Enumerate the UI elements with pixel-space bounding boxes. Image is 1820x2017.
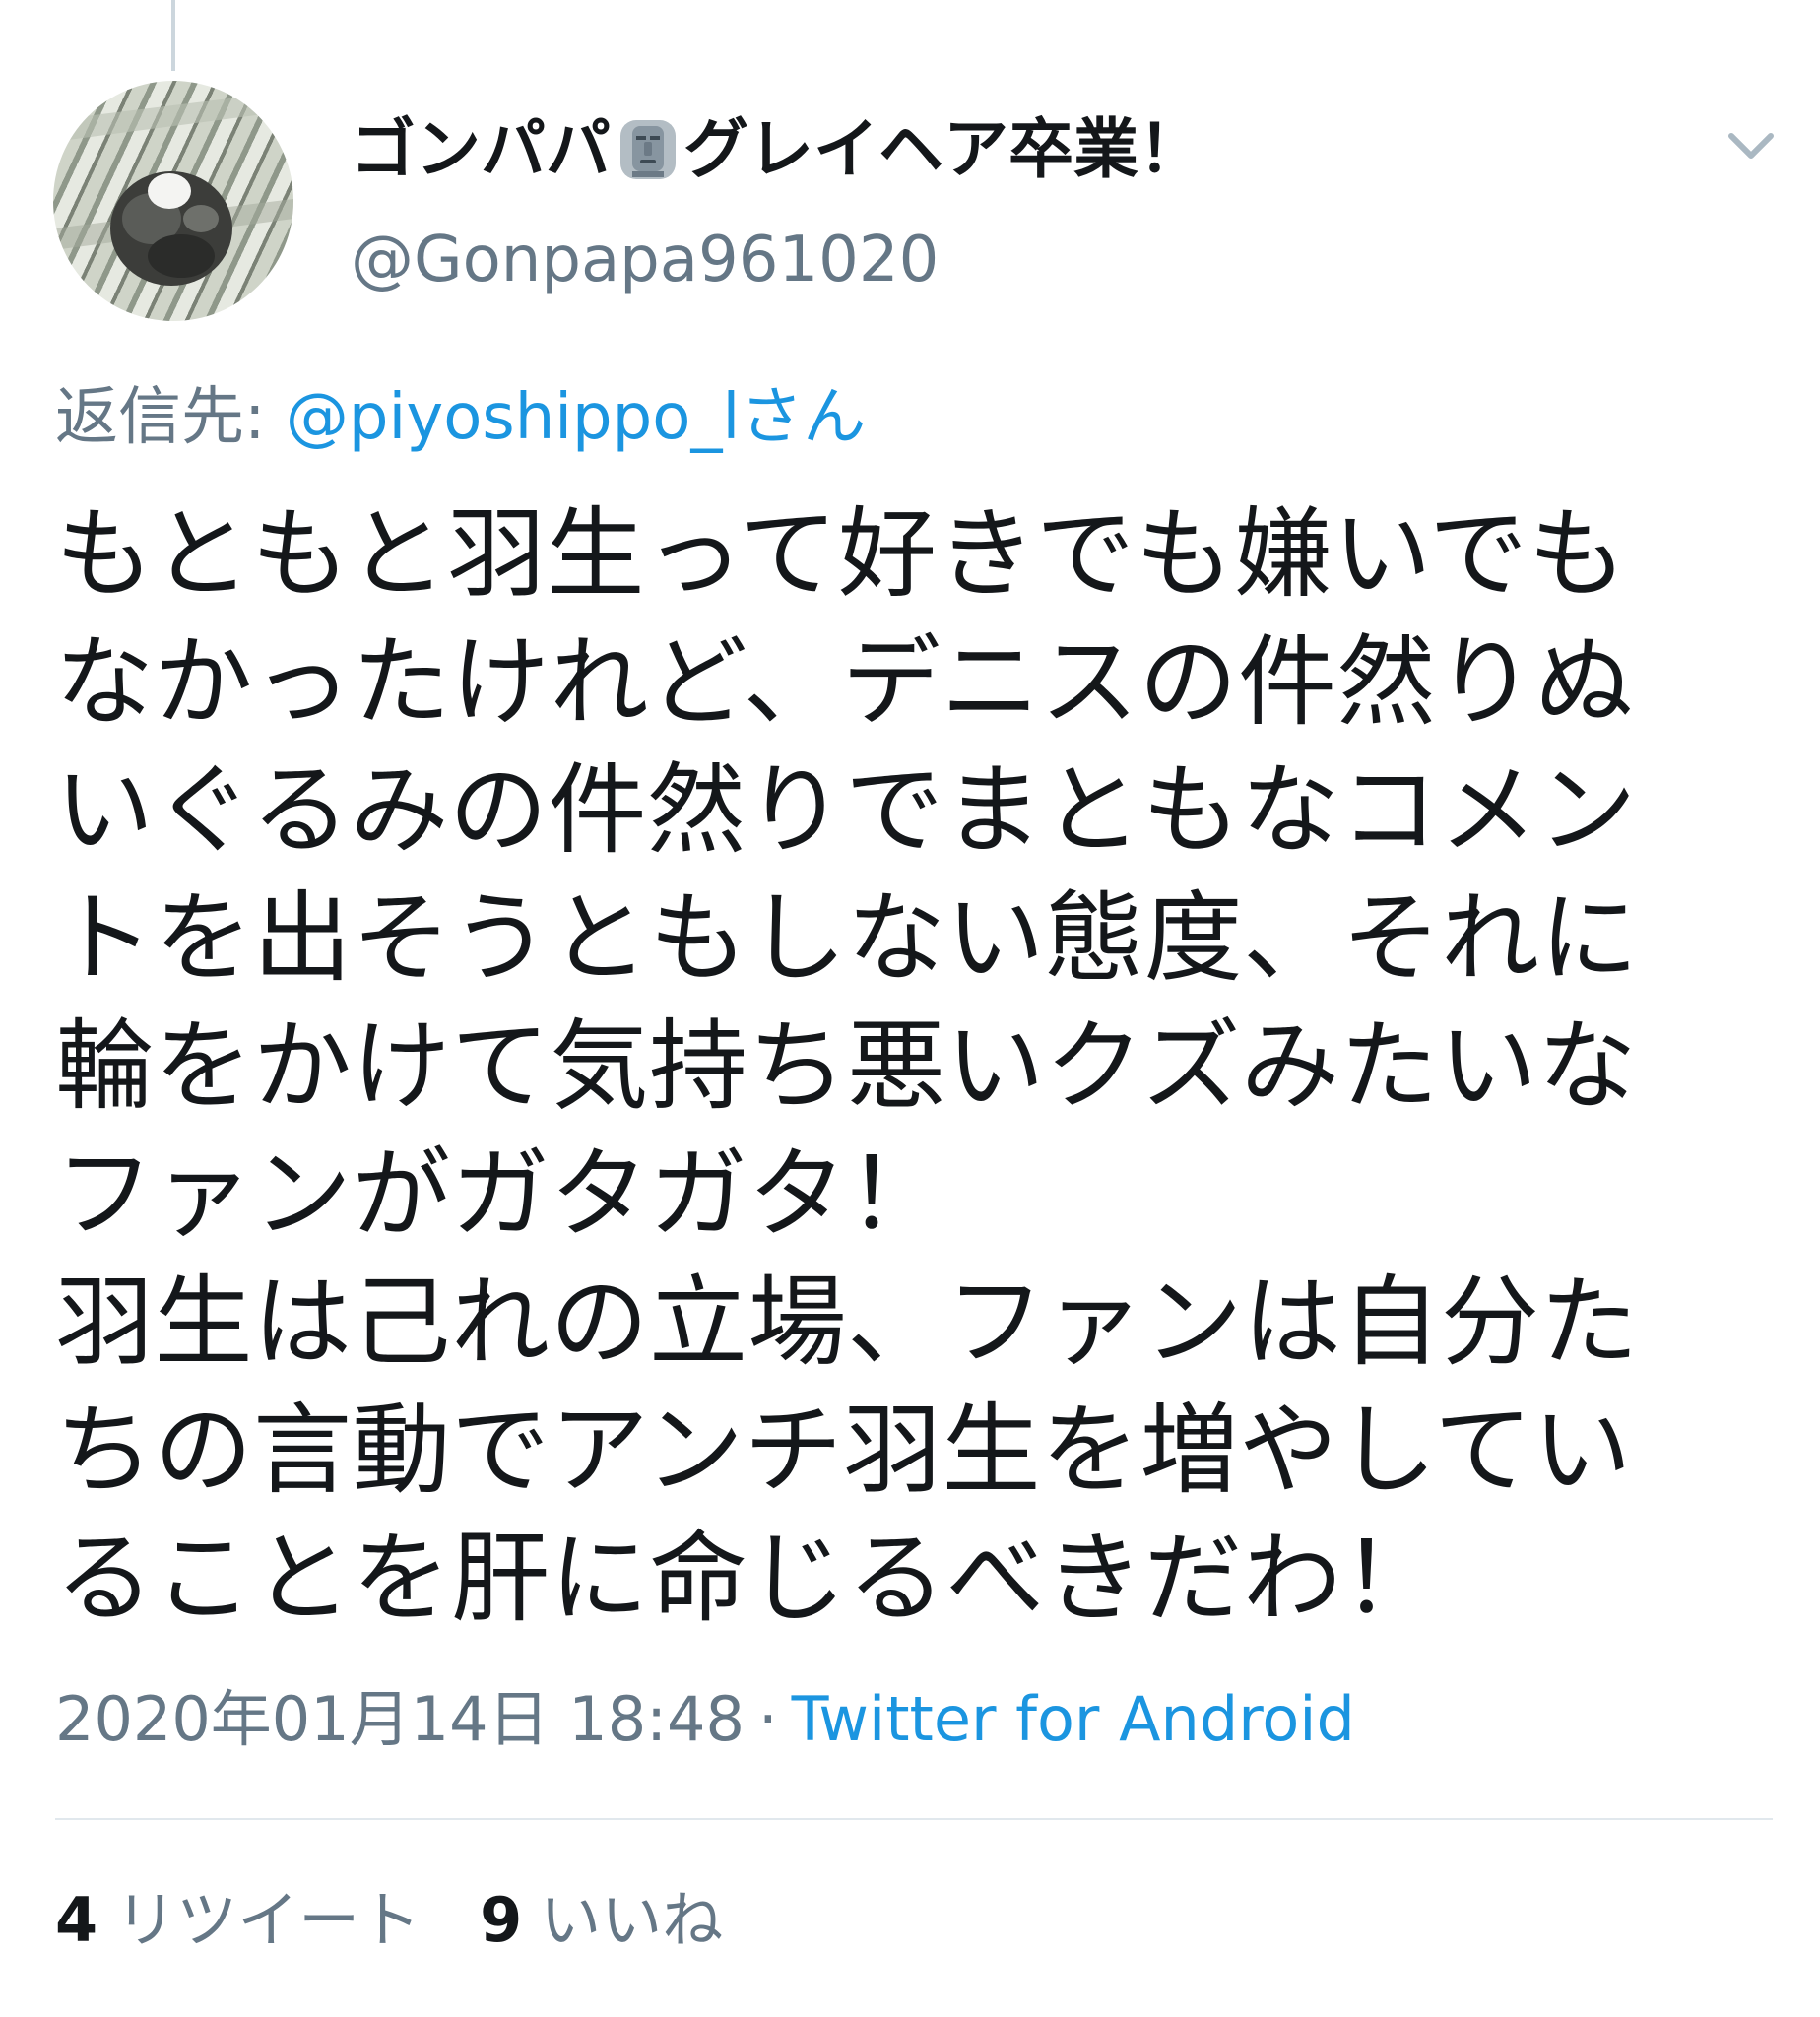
like-count: 9 <box>480 1884 523 1956</box>
reply-to-link[interactable]: @piyoshippo_lさん <box>286 381 866 454</box>
thread-connector-line <box>171 0 175 71</box>
chevron-down-icon[interactable] <box>1725 126 1777 165</box>
like-label: いいね <box>540 1884 724 1956</box>
user-handle[interactable]: @Gonpapa961020 <box>351 219 939 301</box>
tweet-text-line: トを出そうともしない態度、それに <box>55 880 1639 996</box>
retweet-count: 4 <box>55 1884 98 1956</box>
retweet-label: リツイート <box>115 1884 422 1956</box>
divider <box>55 1818 1773 1820</box>
tweet-text-line: 輪をかけて気持ち悪いクズみたいな <box>55 1008 1637 1124</box>
display-name-text-2: グレイヘア卒業！ <box>683 110 1203 187</box>
moai-icon <box>618 118 678 181</box>
avatar[interactable] <box>53 81 293 321</box>
tweet-text-line: ちの言動でアンチ羽生を増やしてい <box>55 1393 1632 1508</box>
tweet-text-line: ることを肝に命じるべきだわ！ <box>55 1521 1441 1636</box>
reply-label: 返信先: <box>55 381 286 454</box>
avatar-image <box>53 91 293 286</box>
tweet-text-line: なかったけれど、デニスの件然りぬ <box>55 624 1634 740</box>
display-name-text: ゴンパパ <box>351 110 611 187</box>
display-name[interactable]: ゴンパパ グレイヘア卒業！ <box>351 102 1203 189</box>
tweet-text-line: 羽生は己れの立場、ファンは自分た <box>55 1265 1639 1380</box>
reply-to-line: 返信先: @piyoshippo_lさん <box>55 376 866 459</box>
meta-separator: · <box>757 1683 778 1755</box>
source-link[interactable]: Twitter for Android <box>792 1683 1355 1755</box>
engagement-stats: 4 リツイート 9 いいね <box>55 1879 723 1962</box>
likes-stat[interactable]: 9 いいね <box>480 1884 723 1956</box>
tweet-text-line: ファンがガタガタ！ <box>55 1137 946 1252</box>
tweet-text: もともと羽生って好きでも嫌いでも なかったけれど、デニスの件然りぬ いぐるみの件… <box>55 490 1690 1643</box>
tweet-text-line: もともと羽生って好きでも嫌いでも <box>55 496 1627 612</box>
tweet-meta: 2020年01月14日 18:48 · Twitter for Android <box>55 1678 1355 1761</box>
retweets-stat[interactable]: 4 リツイート <box>55 1884 421 1956</box>
tweet-text-line: いぐるみの件然りでまともなコメン <box>55 752 1637 868</box>
timestamp[interactable]: 2020年01月14日 18:48 <box>55 1683 745 1755</box>
